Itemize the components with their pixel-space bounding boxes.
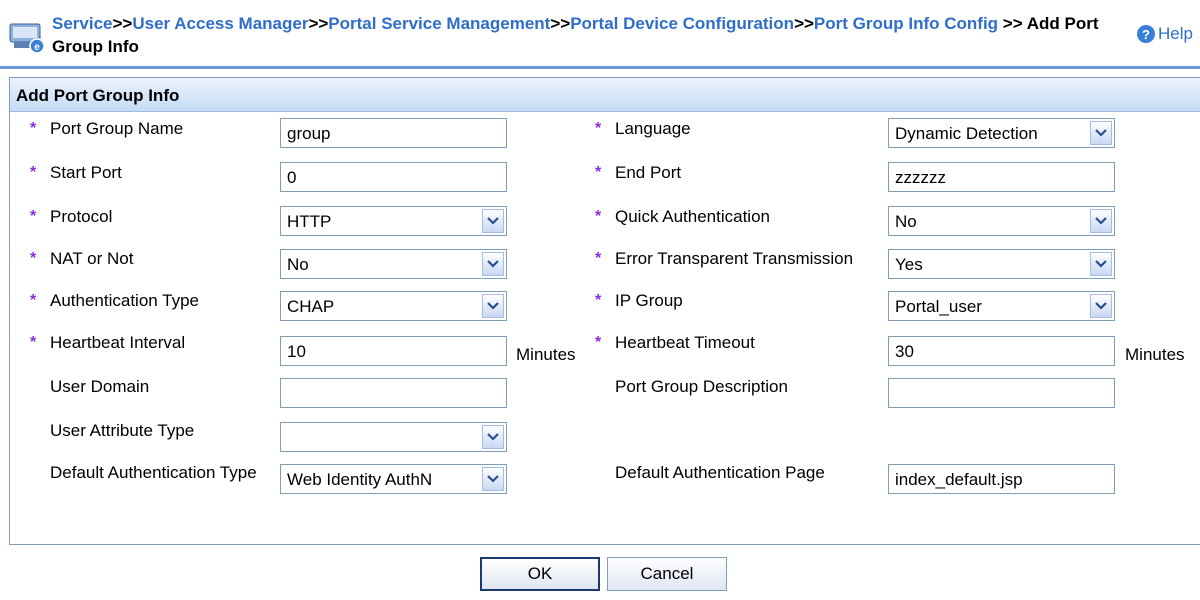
cancel-button[interactable]: Cancel (607, 557, 727, 591)
ok-button[interactable]: OK (480, 557, 600, 591)
authentication-type-label: Authentication Type (50, 291, 200, 310)
help-link[interactable]: ? Help (1137, 24, 1193, 44)
port-group-description-input[interactable] (888, 378, 1115, 408)
heartbeat-timeout-unit: Minutes (1125, 345, 1185, 364)
required-marker: * (30, 164, 37, 181)
quick-authentication-select[interactable]: No (888, 206, 1115, 236)
breadcrumb-separator: >> (550, 14, 571, 33)
header-divider (0, 66, 1200, 69)
page-header: e Service>>User Access Manager>>Portal S… (0, 0, 1200, 66)
required-marker: * (595, 120, 602, 137)
svg-text:e: e (34, 42, 40, 53)
ip-group-select[interactable]: Portal_user (888, 291, 1115, 321)
chevron-down-icon[interactable] (1090, 252, 1112, 276)
ip-group-label: IP Group (615, 291, 683, 310)
error-transparent-transmission-value: Yes (895, 255, 923, 274)
port-group-description-label: Port Group Description (615, 377, 788, 396)
breadcrumb-portal-device-configuration[interactable]: Portal Device Configuration (570, 14, 794, 33)
quick-authentication-label: Quick Authentication (615, 207, 770, 226)
question-circle-icon: ? (1137, 25, 1155, 43)
breadcrumb-portal-service-management[interactable]: Portal Service Management (328, 14, 550, 33)
required-marker: * (30, 292, 37, 309)
required-marker: * (595, 250, 602, 267)
breadcrumb-service[interactable]: Service (52, 14, 113, 33)
heartbeat-interval-label: Heartbeat Interval (50, 333, 186, 352)
language-value: Dynamic Detection (895, 124, 1038, 143)
error-transparent-transmission-select[interactable]: Yes (888, 249, 1115, 279)
chevron-down-icon[interactable] (482, 425, 504, 449)
required-marker: * (30, 120, 37, 137)
breadcrumb-port-group-info-config[interactable]: Port Group Info Config (814, 14, 998, 33)
quick-authentication-value: No (895, 212, 917, 231)
breadcrumb-separator: >> (794, 14, 814, 33)
nat-select[interactable]: No (280, 249, 507, 279)
required-marker: * (595, 292, 602, 309)
end-port-input[interactable]: zzzzzz (888, 162, 1115, 192)
user-domain-label: User Domain (50, 377, 150, 396)
breadcrumb-user-access-manager[interactable]: User Access Manager (132, 14, 308, 33)
breadcrumb-separator: >> (308, 14, 329, 33)
required-marker: * (595, 208, 602, 225)
authentication-type-value: CHAP (287, 297, 335, 316)
chevron-down-icon[interactable] (1090, 294, 1112, 318)
default-authentication-page-input[interactable]: index_default.jsp (888, 464, 1115, 494)
chevron-down-icon[interactable] (482, 252, 504, 276)
user-attribute-type-select[interactable] (280, 422, 507, 452)
chevron-down-icon[interactable] (482, 294, 504, 318)
chevron-down-icon[interactable] (1090, 209, 1112, 233)
protocol-value: HTTP (287, 212, 332, 231)
port-group-name-input[interactable]: group (280, 118, 507, 148)
breadcrumb: Service>>User Access Manager>>Portal Ser… (52, 12, 1127, 58)
required-marker: * (595, 164, 602, 181)
panel-title: Add Port Group Info (10, 78, 1200, 112)
start-port-label: Start Port (50, 163, 122, 182)
heartbeat-timeout-input[interactable]: 30 (888, 336, 1115, 366)
user-domain-input[interactable] (280, 378, 507, 408)
language-label: Language (615, 119, 691, 138)
protocol-select[interactable]: HTTP (280, 206, 507, 236)
required-marker: * (30, 334, 37, 351)
chevron-down-icon[interactable] (482, 209, 504, 233)
breadcrumb-separator: >> (112, 14, 133, 33)
authentication-type-select[interactable]: CHAP (280, 291, 507, 321)
heartbeat-interval-input[interactable]: 10 (280, 336, 507, 366)
error-transparent-transmission-label: Error Transparent Transmission (615, 249, 854, 268)
end-port-label: End Port (615, 163, 682, 182)
nat-value: No (287, 255, 309, 274)
portal-app-icon: e (9, 23, 45, 54)
help-label: Help (1158, 24, 1193, 43)
chevron-down-icon[interactable] (1090, 121, 1112, 145)
chevron-down-icon[interactable] (482, 467, 504, 491)
required-marker: * (595, 334, 602, 351)
required-marker: * (30, 208, 37, 225)
port-group-name-label: Port Group Name (50, 119, 184, 138)
heartbeat-timeout-label: Heartbeat Timeout (615, 333, 755, 352)
default-authentication-type-select[interactable]: Web Identity AuthN (280, 464, 507, 494)
nat-label: NAT or Not (50, 249, 134, 268)
default-authentication-type-label: Default Authentication Type (50, 463, 257, 482)
default-authentication-type-value: Web Identity AuthN (287, 470, 433, 489)
ip-group-value: Portal_user (895, 297, 982, 316)
heartbeat-interval-unit: Minutes (516, 345, 576, 364)
required-marker: * (30, 250, 37, 267)
user-attribute-type-label: User Attribute Type (50, 421, 195, 440)
protocol-label: Protocol (50, 207, 113, 226)
default-authentication-page-label: Default Authentication Page (615, 463, 825, 482)
language-select[interactable]: Dynamic Detection (888, 118, 1115, 148)
start-port-input[interactable]: 0 (280, 162, 507, 192)
